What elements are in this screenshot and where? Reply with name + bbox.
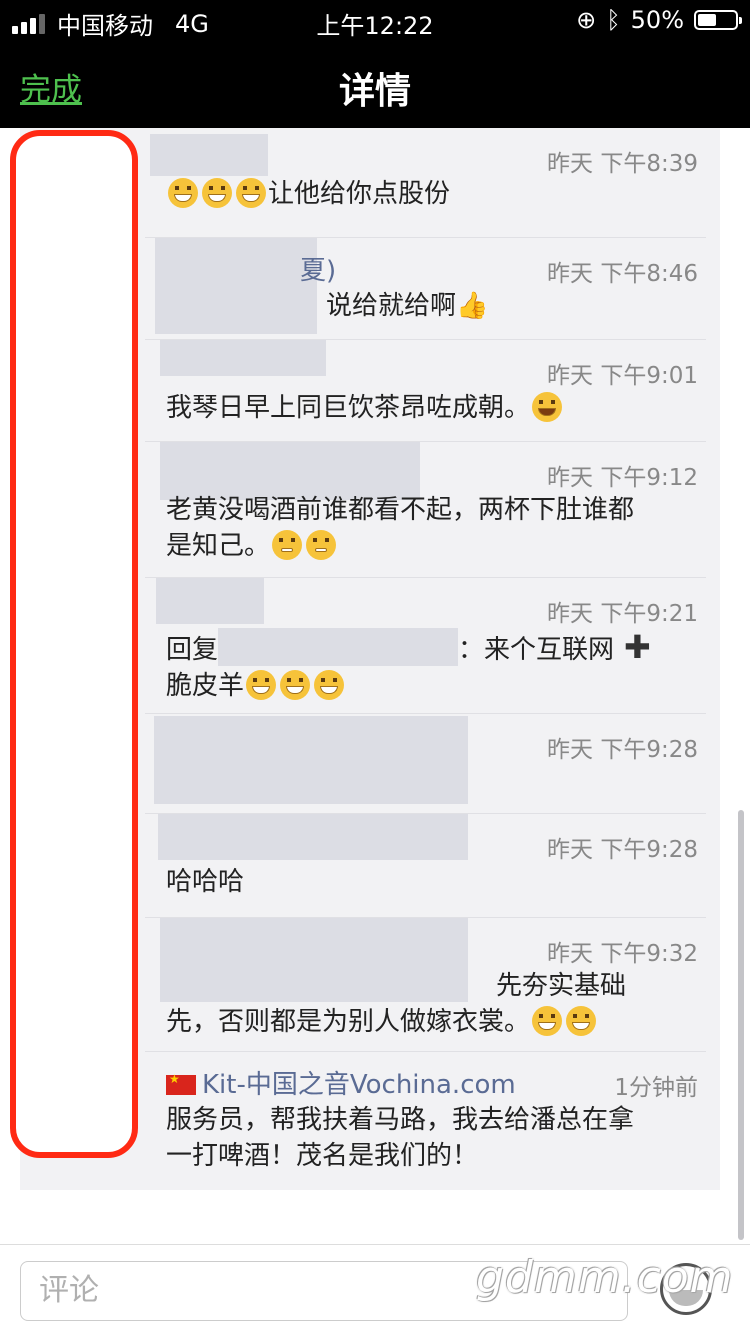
- thinking-emoji-icon: [272, 530, 303, 560]
- comment-line: 先夯实基础: [496, 971, 627, 1001]
- blurred-reply-target: [218, 628, 459, 666]
- comment-text-content: 是知己。: [166, 531, 271, 561]
- laugh-cry-emoji-icon: [532, 392, 563, 422]
- thinking-emoji-icon: [306, 530, 337, 560]
- comment-line-2: 是知己。: [166, 528, 686, 564]
- comment-text-content: 我琴日早上同巨饮茶昂咗成朝。: [166, 393, 531, 423]
- comment-time: 昨天 下午8:46: [547, 261, 698, 287]
- bluetooth-icon: ᛒ: [606, 6, 621, 34]
- blurred-username: [156, 578, 264, 624]
- comment-text: 让他给你点股份: [166, 176, 686, 212]
- grin-emoji-icon: [314, 670, 345, 700]
- grin-emoji-icon: [532, 1006, 563, 1036]
- blurred-username: [154, 716, 468, 804]
- comment-line: 老黄没喝酒前谁都看不起，两杯下肚谁都: [166, 495, 635, 525]
- grin-emoji-icon: [566, 1006, 597, 1036]
- comment-line-2: 脆皮羊: [166, 668, 686, 704]
- comment-text-content: 先，否则都是为别人做嫁衣裳。: [166, 1007, 531, 1037]
- page-title: 详情: [338, 71, 411, 112]
- comment-time: 1分钟前: [614, 1075, 698, 1101]
- grin-emoji-icon: [246, 670, 277, 700]
- comment-text: 先夯实基础 先，否则都是为别人做嫁衣裳。: [166, 968, 686, 1040]
- plus-icon: ✚: [624, 628, 651, 666]
- comment-time: 昨天 下午9:21: [547, 601, 698, 627]
- battery-icon: [694, 10, 742, 30]
- thumbs-up-icon: 👍: [456, 291, 489, 321]
- grin-emoji-icon: [168, 178, 198, 208]
- commenter-name[interactable]: Kit-中国之音Vochina.com: [202, 1070, 516, 1100]
- comment-line: 服务员，帮我扶着马路，我去给潘总在拿: [166, 1105, 635, 1135]
- comment-text-content: 脆皮羊: [166, 671, 245, 701]
- blurred-username: [150, 134, 268, 176]
- comment-line-2: 一打啤酒！茂名是我们的！: [166, 1141, 479, 1171]
- comment-time: 昨天 下午9:32: [547, 941, 698, 967]
- comment-text: 说给就给啊👍: [326, 288, 750, 324]
- comment-text: 我琴日早上同巨饮茶昂咗成朝。: [166, 390, 686, 426]
- nav-bar: 完成 详情: [0, 40, 750, 128]
- status-right: ⊕ ᛒ 50%: [576, 6, 742, 34]
- lock-rotation-icon: ⊕: [576, 6, 597, 34]
- comment-time: 昨天 下午8:39: [547, 151, 698, 177]
- grin-emoji-icon: [202, 178, 232, 208]
- comment-text-content: ：来个互联网: [458, 635, 615, 665]
- comment-text: 回复 ：来个互联网 ✚ 脆皮羊: [166, 628, 686, 704]
- blurred-username: [160, 340, 326, 376]
- comment-time: 昨天 下午9:28: [547, 737, 698, 763]
- battery-percent: 50%: [630, 6, 684, 34]
- scrollbar[interactable]: [738, 810, 744, 1240]
- reply-prefix: 回复: [166, 635, 219, 665]
- comment-text: 老黄没喝酒前谁都看不起，两杯下肚谁都 是知己。: [166, 492, 686, 564]
- comment-text-content: 让他给你点股份: [268, 179, 451, 209]
- comment-time: 昨天 下午9:01: [547, 363, 698, 389]
- china-flag-icon: [166, 1072, 196, 1095]
- comment-line: 回复 ：来个互联网 ✚: [166, 628, 686, 668]
- red-highlight-box: [10, 130, 138, 1158]
- blurred-username: [158, 814, 468, 860]
- comment-text-content: 说给就给啊: [326, 291, 457, 321]
- grin-emoji-icon: [236, 178, 266, 208]
- watermark: gdmm.com: [476, 1252, 734, 1303]
- grin-emoji-icon: [280, 670, 311, 700]
- comment-text: 服务员，帮我扶着马路，我去给潘总在拿 一打啤酒！茂名是我们的！: [166, 1102, 686, 1174]
- blurred-username: [155, 238, 317, 334]
- status-bar: 中国移动 4G 上午12:22 ⊕ ᛒ 50%: [0, 0, 750, 40]
- comment-time: 昨天 下午9:28: [547, 837, 698, 863]
- commenter-name[interactable]: 夏): [300, 250, 336, 287]
- comment-time: 昨天 下午9:12: [547, 465, 698, 491]
- comment-line-2: 先，否则都是为别人做嫁衣裳。: [166, 1004, 686, 1040]
- commenter-name-row[interactable]: Kit-中国之音Vochina.com: [166, 1064, 516, 1101]
- comment-text: 哈哈哈: [166, 867, 245, 897]
